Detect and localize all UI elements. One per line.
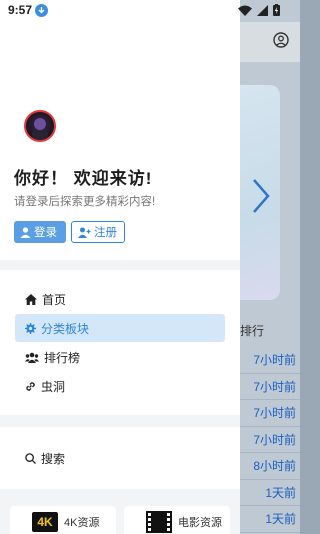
wifi-icon bbox=[238, 5, 252, 16]
list-item[interactable]: 7小时前 bbox=[240, 374, 300, 400]
menu-label: 排行榜 bbox=[44, 350, 81, 365]
list-item[interactable]: 7小时前 bbox=[240, 347, 300, 374]
battery-icon bbox=[273, 4, 280, 16]
status-icons bbox=[238, 4, 280, 16]
list-item[interactable]: 1天前 bbox=[240, 480, 300, 506]
background-header bbox=[240, 22, 300, 62]
list-item[interactable]: 7小时前 bbox=[240, 427, 300, 453]
gear-icon bbox=[25, 322, 36, 334]
menu-item-wormhole[interactable]: 虫洞 bbox=[15, 372, 225, 400]
register-label: 注册 bbox=[94, 227, 117, 239]
signal-icon bbox=[257, 4, 268, 16]
greeting-subtitle: 请登录后探索更多精彩内容! bbox=[14, 196, 156, 208]
quick-link-label: 4K资源 bbox=[64, 517, 100, 529]
profile-section: 你好！ 欢迎来访! 请登录后探索更多精彩内容! 登录 注册 bbox=[0, 0, 240, 260]
login-button[interactable]: 登录 bbox=[14, 221, 66, 243]
quick-link-label: 电影资源 bbox=[178, 517, 222, 529]
download-icon bbox=[35, 4, 48, 17]
user-plus-icon bbox=[78, 227, 91, 238]
search-button[interactable]: 搜索 bbox=[25, 450, 65, 467]
menu-item-ranking[interactable]: 排行榜 bbox=[15, 343, 225, 371]
nav-drawer: 你好！ 欢迎来访! 请登录后探索更多精彩内容! 登录 注册 首页 分类板块 排行… bbox=[0, 0, 240, 534]
menu-label: 虫洞 bbox=[41, 379, 66, 394]
users-icon bbox=[25, 352, 39, 363]
menu-item-categories[interactable]: 分类板块 bbox=[15, 314, 225, 342]
login-label: 登录 bbox=[34, 227, 57, 239]
search-section: 搜索 bbox=[0, 427, 240, 489]
menu-label: 分类板块 bbox=[41, 321, 90, 336]
menu-item-home[interactable]: 首页 bbox=[15, 285, 225, 313]
list-item[interactable]: 8小时前 bbox=[240, 453, 300, 480]
greeting-title: 你好！ 欢迎来访! bbox=[14, 169, 153, 188]
ranking-list: 7小时前 7小时前 7小时前 7小时前 8小时前 1天前 1天前 bbox=[240, 347, 300, 533]
list-item[interactable]: 1天前 bbox=[240, 506, 300, 533]
user-icon bbox=[20, 226, 31, 238]
4k-icon: 4K bbox=[32, 512, 58, 532]
register-button[interactable]: 注册 bbox=[71, 221, 125, 243]
status-time: 9:57 bbox=[8, 3, 33, 17]
chevron-right-icon[interactable] bbox=[250, 178, 272, 219]
menu-label: 首页 bbox=[42, 292, 67, 307]
list-item[interactable]: 7小时前 bbox=[240, 400, 300, 427]
link-icon bbox=[26, 381, 35, 391]
drawer-menu: 首页 分类板块 排行榜 虫洞 bbox=[0, 270, 240, 415]
quick-link-4k[interactable]: 4K 4K资源 bbox=[10, 506, 116, 534]
background-page: 排行 7小时前 7小时前 7小时前 7小时前 8小时前 1天前 1天前 bbox=[240, 0, 300, 534]
home-icon bbox=[25, 293, 37, 305]
quick-link-movies[interactable]: 电影资源 bbox=[124, 506, 230, 534]
avatar[interactable] bbox=[24, 110, 56, 142]
status-bar: 9:57 bbox=[0, 0, 300, 22]
search-label: 搜索 bbox=[41, 452, 66, 466]
film-icon bbox=[146, 511, 172, 533]
ranking-label: 排行 bbox=[240, 324, 265, 338]
search-icon bbox=[25, 453, 36, 464]
quick-links: 4K 4K资源 电影资源 bbox=[0, 500, 240, 534]
user-icon[interactable] bbox=[273, 32, 289, 53]
